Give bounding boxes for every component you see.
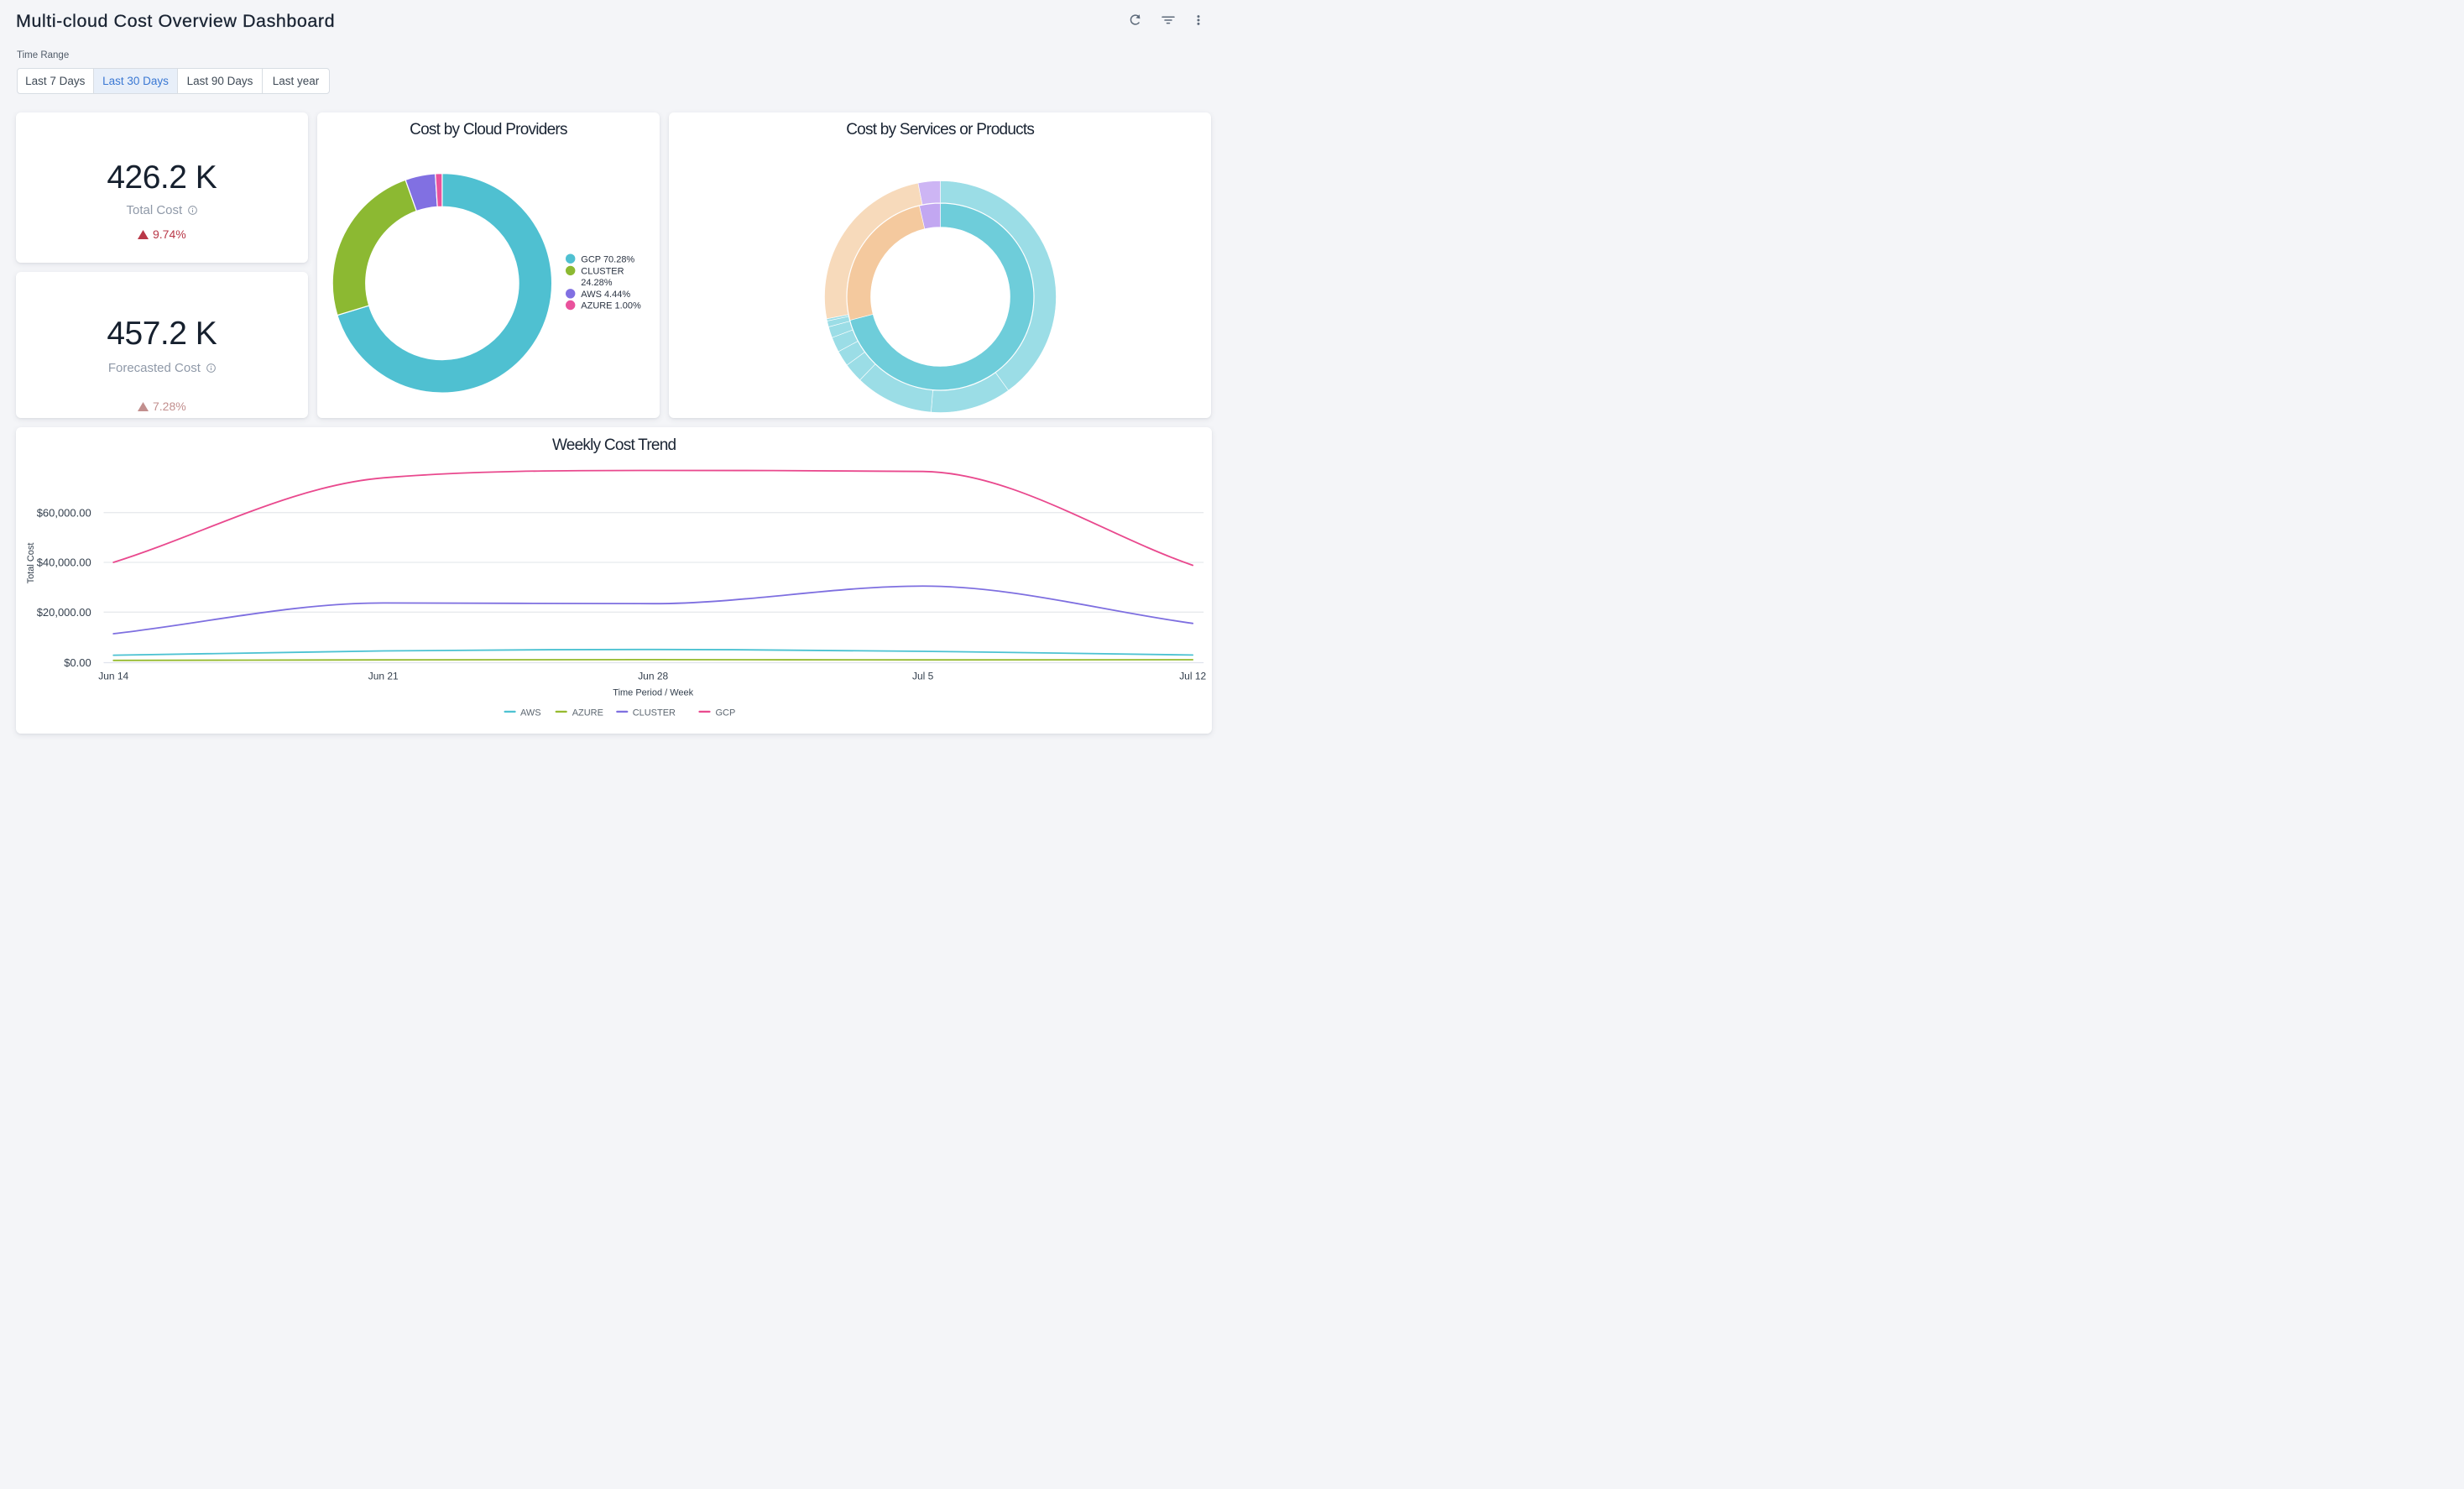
svg-text:Jun 28: Jun 28 [638,671,668,682]
svg-text:CLUSTER: CLUSTER [581,266,624,276]
svg-text:$20,000.00: $20,000.00 [36,606,91,619]
svg-text:AWS 4.44%: AWS 4.44% [581,290,630,300]
svg-text:AZURE 1.00%: AZURE 1.00% [581,301,641,311]
svg-text:$0.00: $0.00 [64,656,91,669]
svg-text:AWS: AWS [520,708,541,718]
svg-text:Jul 12: Jul 12 [1179,671,1206,682]
svg-text:GCP: GCP [715,708,735,718]
svg-text:Total Cost: Total Cost [26,543,36,584]
svg-text:GCP 70.28%: GCP 70.28% [581,254,634,264]
svg-text:Jul 5: Jul 5 [912,671,934,682]
svg-text:Jun 21: Jun 21 [368,671,399,682]
svg-text:Jun 14: Jun 14 [98,671,128,682]
svg-text:$60,000.00: $60,000.00 [36,506,91,519]
svg-text:$40,000.00: $40,000.00 [36,556,91,569]
svg-text:Time Period / Week: Time Period / Week [613,687,693,697]
svg-text:AZURE: AZURE [572,708,603,718]
svg-text:CLUSTER: CLUSTER [632,708,675,718]
svg-text:24.28%: 24.28% [581,278,612,288]
